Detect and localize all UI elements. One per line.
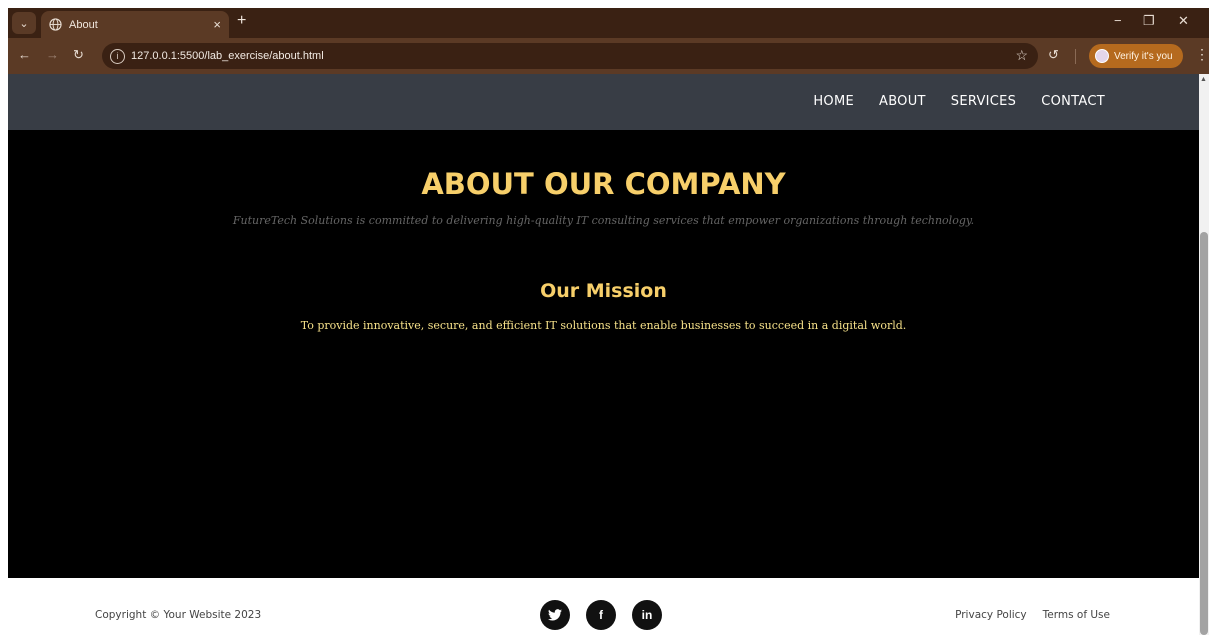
new-tab-button[interactable]: + <box>237 12 246 30</box>
nav-about[interactable]: ABOUT <box>879 94 926 109</box>
url-text: 127.0.0.1:5500/lab_exercise/about.html <box>131 50 324 62</box>
restore-icon[interactable]: ❐ <box>1143 13 1155 29</box>
more-menu-icon[interactable]: ⋮ <box>1195 46 1209 63</box>
browser-window: ⌄ About × + − ❐ ✕ ← → ↻ i 127.0.0.1:5500… <box>0 0 1209 635</box>
tab-about[interactable]: About × <box>41 11 229 38</box>
tab-title: About <box>69 18 98 31</box>
footer-links: Privacy Policy Terms of Use <box>955 609 1110 621</box>
twitter-icon[interactable] <box>540 600 570 630</box>
back-icon[interactable]: ← <box>18 47 31 62</box>
nav-services[interactable]: SERVICES <box>951 94 1016 109</box>
minimize-icon[interactable]: − <box>1114 13 1122 28</box>
toolbar-divider <box>1075 49 1076 64</box>
scroll-up-icon[interactable]: ▲ <box>1200 76 1207 83</box>
nav-home[interactable]: HOME <box>813 94 854 109</box>
facebook-icon[interactable]: f <box>586 600 616 630</box>
globe-icon <box>49 18 62 31</box>
browser-toolbar: ← → ↻ i 127.0.0.1:5500/lab_exercise/abou… <box>8 38 1209 74</box>
privacy-policy-link[interactable]: Privacy Policy <box>955 609 1027 621</box>
history-icon[interactable]: ↺ <box>1048 47 1059 63</box>
reload-icon[interactable]: ↻ <box>73 47 84 63</box>
forward-icon[interactable]: → <box>46 47 59 62</box>
mission-text: To provide innovative, secure, and effic… <box>300 319 907 332</box>
social-links: f in <box>540 600 662 630</box>
verify-profile-button[interactable]: Verify it's you <box>1089 44 1183 68</box>
tab-strip: ⌄ About × + − ❐ ✕ <box>8 8 1209 38</box>
terms-of-use-link[interactable]: Terms of Use <box>1043 609 1110 621</box>
page-title: ABOUT OUR COMPANY <box>421 167 786 201</box>
address-bar[interactable]: i 127.0.0.1:5500/lab_exercise/about.html… <box>102 43 1038 69</box>
mission-heading: Our Mission <box>540 280 667 302</box>
site-nav: HOME ABOUT SERVICES CONTACT <box>813 94 1105 109</box>
bookmark-star-icon[interactable]: ☆ <box>1015 47 1028 64</box>
scroll-thumb[interactable] <box>1200 232 1208 635</box>
linkedin-icon[interactable]: in <box>632 600 662 630</box>
site-footer: Copyright © Your Website 2023 f in Priva… <box>8 578 1199 635</box>
verify-label: Verify it's you <box>1114 50 1173 62</box>
close-tab-icon[interactable]: × <box>213 17 221 32</box>
avatar <box>1095 49 1109 63</box>
page-scrollbar[interactable]: ▲ <box>1199 74 1209 635</box>
close-window-icon[interactable]: ✕ <box>1178 13 1189 29</box>
tab-search-icon[interactable]: ⌄ <box>12 12 36 34</box>
copyright-text: Copyright © Your Website 2023 <box>95 609 262 621</box>
nav-contact[interactable]: CONTACT <box>1041 94 1105 109</box>
page-subtitle: FutureTech Solutions is committed to del… <box>232 214 975 227</box>
page-viewport: HOME ABOUT SERVICES CONTACT ABOUT OUR CO… <box>8 74 1199 635</box>
site-info-icon[interactable]: i <box>110 48 125 64</box>
site-header: HOME ABOUT SERVICES CONTACT <box>8 74 1199 130</box>
